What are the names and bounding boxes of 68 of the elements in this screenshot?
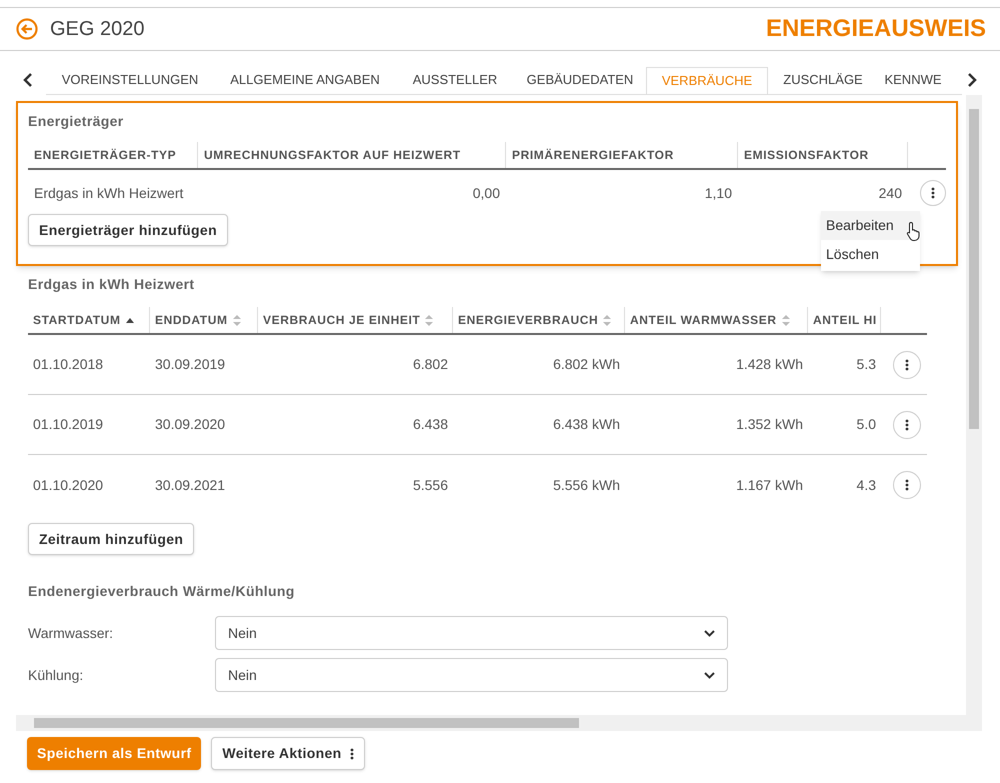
menu-item[interactable]: Bearbeiten <box>821 211 920 240</box>
section-title: Endenergieverbrauch Wärme/Kühlung <box>28 582 296 601</box>
chevron-left-icon[interactable] <box>22 73 34 87</box>
chevron-down-icon <box>704 672 715 678</box>
column-header[interactable]: ANTEIL WARMWASSER <box>630 311 777 329</box>
more-icon <box>905 358 909 370</box>
field-label: Kühlung: <box>28 666 84 685</box>
tab[interactable]: ALLGEMEINE ANGABEN <box>214 67 396 94</box>
row-menu-button[interactable] <box>893 350 921 378</box>
select-field[interactable]: Nein <box>215 616 728 650</box>
chevron-down-icon <box>704 630 715 636</box>
table-cell: 5.556 kWh <box>553 476 620 492</box>
more-icon <box>905 479 909 491</box>
table-cell: 5.0 <box>856 416 876 432</box>
field-label: Warmwasser: <box>28 624 114 642</box>
column-header: ENERGIETRÄGER-TYP <box>34 147 176 164</box>
table-cell: 1.428 kWh <box>736 356 803 372</box>
table-cell: 0,00 <box>472 184 500 200</box>
table-cell: 6.802 <box>412 356 448 372</box>
column-header: PRIMÄRENERGIEFAKTOR <box>512 147 674 164</box>
table-cell: 01.10.2019 <box>33 416 104 432</box>
row-menu-button[interactable] <box>920 180 946 206</box>
more-icon <box>350 748 354 760</box>
tab[interactable]: KENNWE <box>878 67 948 94</box>
more-icon <box>931 187 935 199</box>
column-header: UMRECHNUNGSFAKTOR AUF HEIZWERT <box>204 147 461 164</box>
table-cell: 30.09.2021 <box>155 476 226 492</box>
column-header[interactable]: VERBRAUCH JE EINHEIT <box>263 311 420 329</box>
more-icon <box>905 418 909 430</box>
table-cell: 1,10 <box>704 184 732 200</box>
chevron-right-icon[interactable] <box>966 73 978 87</box>
select-field[interactable]: Nein <box>215 658 728 692</box>
page-title: GEG 2020 <box>50 17 145 42</box>
table-cell: 5.556 <box>412 476 448 492</box>
table-cell: 5.3 <box>856 356 876 372</box>
table-cell: 4.3 <box>856 476 876 492</box>
more-actions-button[interactable]: Weitere Aktionen <box>211 737 365 770</box>
table-cell: 6.438 <box>412 416 448 432</box>
section-title: Erdgas in kWh Heizwert <box>28 275 196 294</box>
back-icon[interactable] <box>16 18 38 40</box>
column-header[interactable]: ENERGIEVERBRAUCH <box>458 311 598 329</box>
row-menu-button[interactable] <box>893 471 921 499</box>
table-cell: Erdgas in kWh Heizwert <box>34 184 184 200</box>
table-cell: 30.09.2020 <box>155 416 226 432</box>
horizontal-scrollbar[interactable] <box>16 715 966 731</box>
table-cell: 01.10.2020 <box>33 476 104 492</box>
tab[interactable]: ZUSCHLÄGE <box>768 67 878 94</box>
row-menu-button[interactable] <box>893 410 921 438</box>
table-cell: 30.09.2019 <box>155 356 226 372</box>
add-button[interactable]: Energieträger hinzufügen <box>28 214 228 246</box>
table-cell: 6.802 kWh <box>553 356 620 372</box>
column-header[interactable]: STARTDATUM <box>33 311 121 329</box>
menu-item[interactable]: Löschen <box>821 240 920 269</box>
tab[interactable]: AUSSTELLER <box>396 67 514 94</box>
column-header[interactable]: ANTEIL HI <box>813 311 877 329</box>
column-header[interactable]: ENDDATUM <box>155 311 228 329</box>
column-header: EMISSIONSFAKTOR <box>744 147 869 164</box>
table-cell: 01.10.2018 <box>33 356 104 372</box>
table-cell: 1.167 kWh <box>736 476 803 492</box>
table-cell: 6.438 kWh <box>553 416 620 432</box>
brand-title: ENERGIEAUSWEIS <box>766 14 986 44</box>
table-cell: 1.352 kWh <box>736 416 803 432</box>
section-title: Energieträger <box>28 112 125 131</box>
add-button[interactable]: Zeitraum hinzufügen <box>28 523 194 555</box>
tab[interactable]: VOREINSTELLUNGEN <box>46 67 214 94</box>
vertical-scrollbar[interactable] <box>966 95 982 731</box>
tab[interactable]: GEBÄUDEDATEN <box>514 67 646 94</box>
table-cell: 240 <box>878 184 902 200</box>
